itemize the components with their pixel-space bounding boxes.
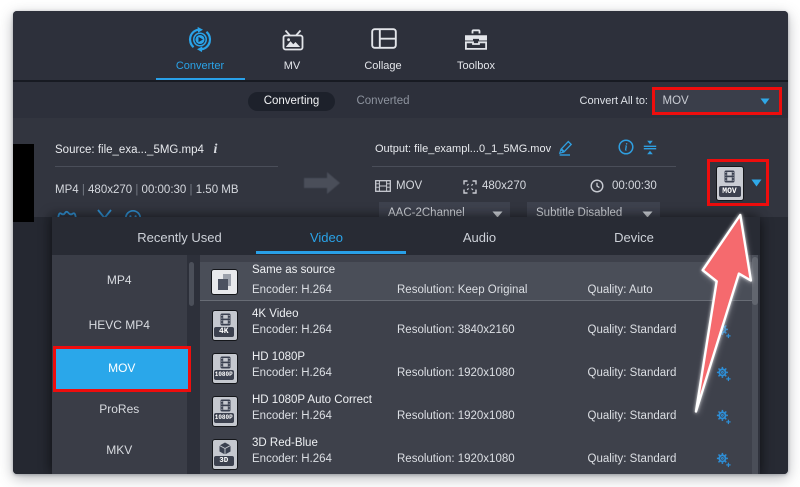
svg-text:i: i	[625, 143, 628, 154]
